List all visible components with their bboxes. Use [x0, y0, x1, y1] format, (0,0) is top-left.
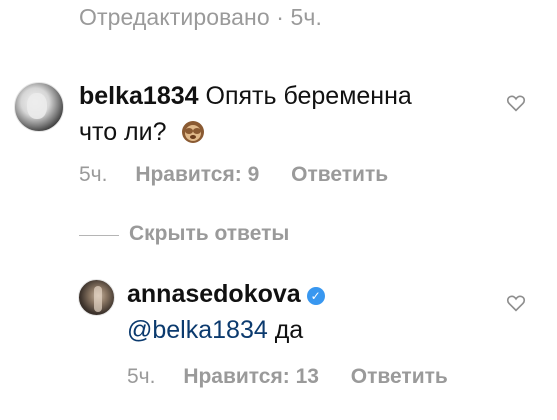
avatar[interactable] — [78, 279, 115, 316]
comment-body: belka1834 Опять беременна — [79, 79, 412, 113]
avatar-photo — [27, 93, 47, 119]
mention-link[interactable]: @belka1834 — [127, 316, 268, 344]
verified-badge-icon: ✓ — [306, 287, 325, 305]
reply-button[interactable]: Ответить — [351, 365, 448, 388]
likes-count-button[interactable]: Нравится: 13 — [183, 365, 319, 388]
comment-text-line1: Опять беременна — [205, 82, 412, 110]
reply-text: да — [274, 316, 304, 344]
heart-outline-icon[interactable] — [506, 294, 526, 312]
comment-time: 5ч. — [79, 163, 108, 186]
divider — [79, 235, 119, 236]
reply-meta: 5ч. Нравится: 13 Ответить — [127, 365, 474, 389]
hide-replies-label: Скрыть ответы — [129, 222, 290, 245]
comment-text-line2: что ли? — [79, 118, 167, 146]
comment-time: 5ч. — [127, 365, 156, 388]
comment-username[interactable]: belka1834 — [79, 82, 199, 110]
see-no-evil-monkey-icon — [181, 119, 205, 153]
reply-body: @belka1834 да — [127, 313, 303, 347]
heart-outline-icon[interactable] — [506, 94, 526, 112]
comment-meta: 5ч. Нравится: 9 Ответить — [79, 163, 414, 187]
likes-count-button[interactable]: Нравится: 9 — [135, 163, 259, 186]
edited-timestamp: Отредактировано · 5ч. — [79, 4, 322, 30]
comment-username[interactable]: annasedokova — [127, 280, 301, 308]
avatar-photo — [94, 286, 102, 312]
comment-body-line2: что ли? — [79, 115, 205, 153]
reply-header: annasedokova ✓ — [127, 277, 325, 311]
avatar[interactable] — [14, 82, 64, 132]
reply-button[interactable]: Ответить — [291, 163, 388, 186]
